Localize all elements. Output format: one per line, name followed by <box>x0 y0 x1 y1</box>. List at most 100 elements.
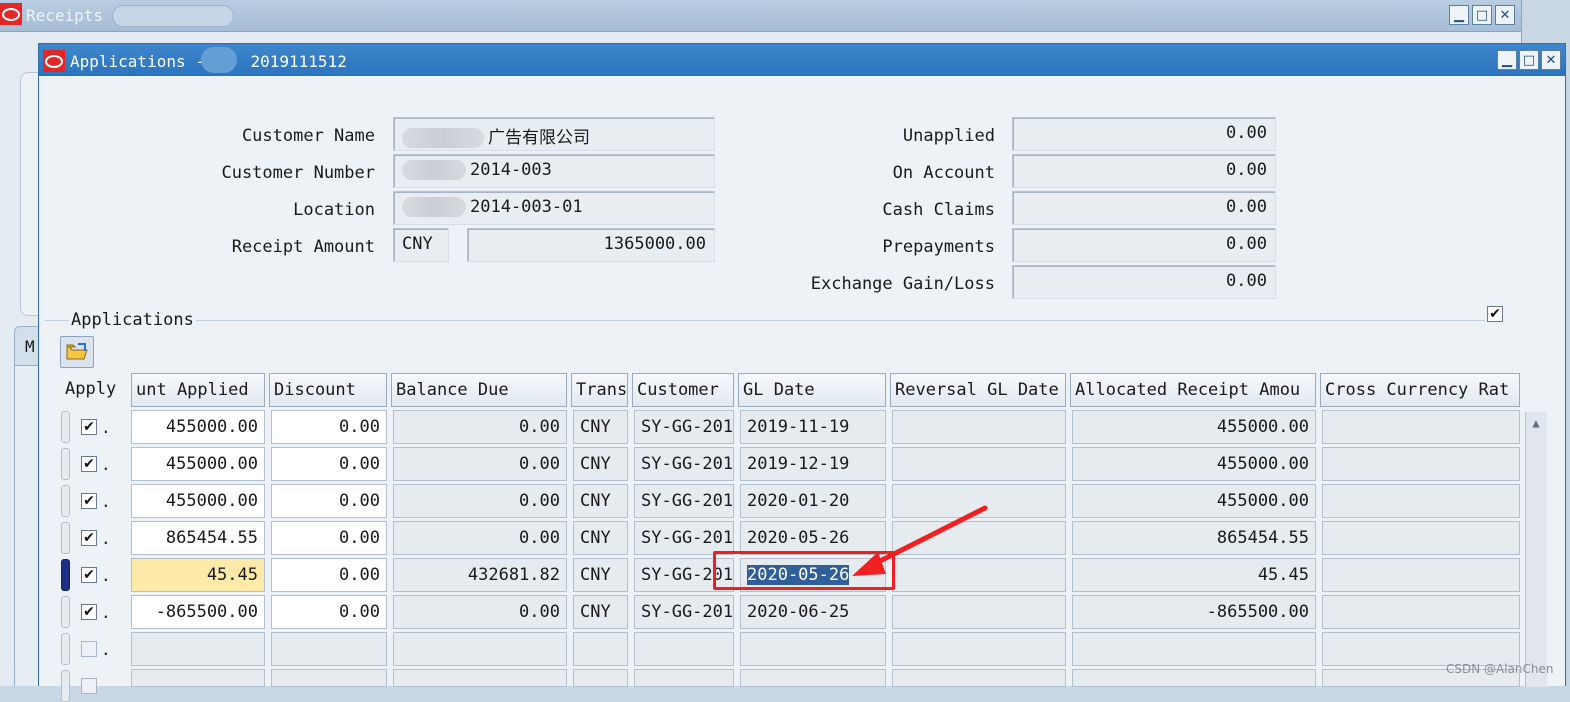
cross-currency-rate-cell[interactable] <box>1322 447 1520 481</box>
reversal-gl-date-cell[interactable] <box>892 595 1066 629</box>
balance-due-cell[interactable] <box>393 669 567 687</box>
amount-applied-cell[interactable]: -865500.00 <box>131 595 265 629</box>
receipts-maximize-button[interactable]: □ <box>1472 5 1492 25</box>
trans-cell[interactable]: CNY <box>573 484 628 518</box>
vertical-scrollbar[interactable] <box>1525 412 1547 687</box>
amount-applied-cell[interactable]: 455000.00 <box>131 410 265 444</box>
reversal-gl-date-cell[interactable] <box>892 410 1066 444</box>
amount-applied-cell[interactable]: 455000.00 <box>131 484 265 518</box>
amount-applied-cell[interactable] <box>131 669 265 687</box>
apply-checkbox[interactable] <box>81 641 97 657</box>
customer-number-field[interactable]: 2014-003 <box>393 154 715 188</box>
discount-cell[interactable]: 0.00 <box>271 558 387 592</box>
cash-claims-field[interactable]: 0.00 <box>1012 191 1276 225</box>
receipt-amount-field[interactable]: 1365000.00 <box>467 228 715 262</box>
gl-date-cell[interactable]: 2020-06-25 <box>740 595 886 629</box>
col-gl-date[interactable]: GL Date <box>738 373 886 407</box>
trans-cell[interactable]: CNY <box>573 447 628 481</box>
prepayments-field[interactable]: 0.00 <box>1012 228 1276 262</box>
reversal-gl-date-cell[interactable] <box>892 669 1066 687</box>
discount-cell[interactable] <box>271 669 387 687</box>
customer-cell[interactable]: SY-GG-201 <box>634 484 734 518</box>
apply-checkbox[interactable]: ✔ <box>81 419 97 435</box>
trans-cell[interactable] <box>573 632 628 666</box>
balance-due-cell[interactable]: 432681.82 <box>393 558 567 592</box>
allocated-amount-cell[interactable]: 455000.00 <box>1072 484 1316 518</box>
balance-due-cell[interactable]: 0.00 <box>393 410 567 444</box>
reversal-gl-date-cell[interactable] <box>892 632 1066 666</box>
receipts-minimize-button[interactable]: ▁ <box>1449 5 1469 25</box>
reversal-gl-date-cell[interactable] <box>892 447 1066 481</box>
cross-currency-rate-cell[interactable] <box>1322 558 1520 592</box>
amount-applied-cell[interactable]: 455000.00 <box>131 447 265 481</box>
col-apply[interactable]: Apply <box>61 373 131 407</box>
trans-cell[interactable]: CNY <box>573 558 628 592</box>
amount-applied-cell[interactable]: 45.45 <box>131 558 265 592</box>
trans-cell[interactable]: CNY <box>573 521 628 555</box>
balance-due-cell[interactable]: 0.00 <box>393 521 567 555</box>
customer-cell[interactable]: SY-GG-201 <box>634 447 734 481</box>
allocated-amount-cell[interactable] <box>1072 669 1316 687</box>
apply-checkbox[interactable]: ✔ <box>81 456 97 472</box>
allocated-amount-cell[interactable]: 865454.55 <box>1072 521 1316 555</box>
customer-cell[interactable] <box>634 632 734 666</box>
amount-applied-cell[interactable] <box>131 632 265 666</box>
trans-cell[interactable] <box>573 669 628 687</box>
allocated-amount-cell[interactable]: 455000.00 <box>1072 410 1316 444</box>
applications-minimize-button[interactable]: ▁ <box>1497 50 1517 70</box>
allocated-amount-cell[interactable]: -865500.00 <box>1072 595 1316 629</box>
discount-cell[interactable] <box>271 632 387 666</box>
trans-cell[interactable]: CNY <box>573 595 628 629</box>
on-account-field[interactable]: 0.00 <box>1012 154 1276 188</box>
cross-currency-rate-cell[interactable] <box>1322 595 1520 629</box>
apply-checkbox[interactable]: ✔ <box>81 530 97 546</box>
col-trans[interactable]: Trans <box>571 373 628 407</box>
col-allocated-receipt-amount[interactable]: Allocated Receipt Amou <box>1070 373 1316 407</box>
receipt-currency-field[interactable]: CNY <box>393 228 449 262</box>
applications-maximize-button[interactable]: □ <box>1519 50 1539 70</box>
discount-cell[interactable]: 0.00 <box>271 484 387 518</box>
customer-cell[interactable] <box>634 669 734 687</box>
cross-currency-rate-cell[interactable] <box>1322 410 1520 444</box>
scroll-up-icon[interactable]: ▲ <box>1526 412 1546 434</box>
gl-date-cell[interactable] <box>740 669 886 687</box>
receipts-close-button[interactable]: ✕ <box>1495 5 1515 25</box>
amount-applied-cell[interactable]: 865454.55 <box>131 521 265 555</box>
customer-cell[interactable]: SY-GG-201 <box>634 521 734 555</box>
balance-due-cell[interactable] <box>393 632 567 666</box>
cross-currency-rate-cell[interactable] <box>1322 484 1520 518</box>
col-reversal-gl-date[interactable]: Reversal GL Date <box>890 373 1066 407</box>
discount-cell[interactable]: 0.00 <box>271 595 387 629</box>
col-cross-currency-rate[interactable]: Cross Currency Rat <box>1320 373 1520 407</box>
trans-cell[interactable]: CNY <box>573 410 628 444</box>
gl-date-cell[interactable]: 2019-11-19 <box>740 410 886 444</box>
apply-checkbox[interactable]: ✔ <box>81 493 97 509</box>
balance-due-cell[interactable]: 0.00 <box>393 484 567 518</box>
allocated-amount-cell[interactable] <box>1072 632 1316 666</box>
discount-cell[interactable]: 0.00 <box>271 447 387 481</box>
apply-checkbox[interactable] <box>81 678 97 694</box>
section-checkbox[interactable]: ✔ <box>1487 306 1503 322</box>
col-balance-due[interactable]: Balance Due <box>391 373 567 407</box>
allocated-amount-cell[interactable]: 45.45 <box>1072 558 1316 592</box>
discount-cell[interactable]: 0.00 <box>271 521 387 555</box>
col-customer[interactable]: Customer <box>632 373 734 407</box>
col-discount[interactable]: Discount <box>269 373 387 407</box>
gl-date-cell[interactable] <box>740 632 886 666</box>
apply-checkbox[interactable]: ✔ <box>81 604 97 620</box>
customer-name-field[interactable]: 广告有限公司 <box>393 117 715 151</box>
customer-cell[interactable]: SY-GG-201 <box>634 410 734 444</box>
folder-button[interactable] <box>60 336 94 368</box>
balance-due-cell[interactable]: 0.00 <box>393 447 567 481</box>
exchange-gain-loss-field[interactable]: 0.00 <box>1012 265 1276 299</box>
col-amount-applied[interactable]: unt Applied <box>131 373 265 407</box>
applications-titlebar[interactable]: Applications - 2019111512 ▁ □ ✕ <box>39 44 1565 76</box>
apply-checkbox[interactable]: ✔ <box>81 567 97 583</box>
cross-currency-rate-cell[interactable] <box>1322 521 1520 555</box>
location-field[interactable]: 2014-003-01 <box>393 191 715 225</box>
cross-currency-rate-cell[interactable] <box>1322 632 1520 666</box>
applications-close-button[interactable]: ✕ <box>1541 50 1561 70</box>
discount-cell[interactable]: 0.00 <box>271 410 387 444</box>
customer-cell[interactable]: SY-GG-201 <box>634 595 734 629</box>
gl-date-cell[interactable]: 2019-12-19 <box>740 447 886 481</box>
